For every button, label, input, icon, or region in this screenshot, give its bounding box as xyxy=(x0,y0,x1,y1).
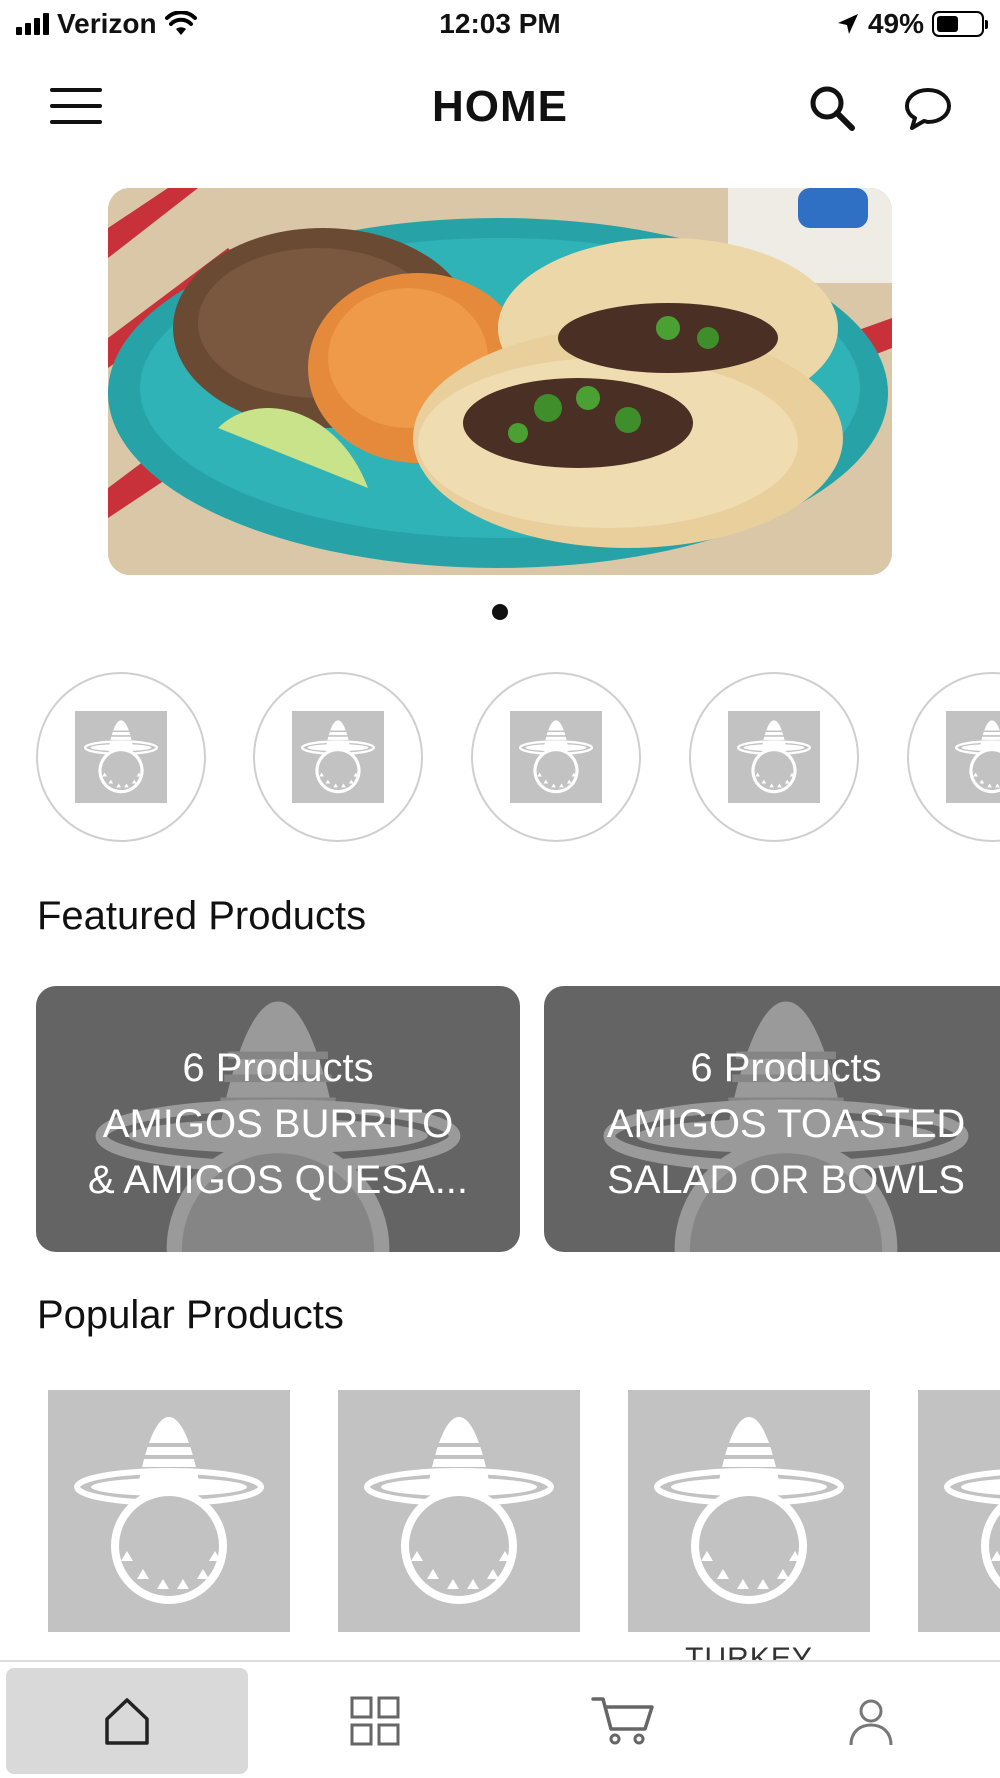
tab-categories[interactable] xyxy=(254,1668,496,1774)
bottom-tab-bar xyxy=(0,1660,1000,1778)
battery-percent: 49% xyxy=(867,8,924,39)
featured-products-heading: Featured Products xyxy=(37,894,367,938)
amigos-taco-logo-icon xyxy=(75,711,167,803)
category-item[interactable] xyxy=(907,672,1000,842)
banner-carousel[interactable] xyxy=(108,188,892,575)
featured-card-count: 6 Products xyxy=(690,1046,882,1090)
home-icon xyxy=(105,1698,149,1745)
status-bar: Verizon 12:03 PM 49% xyxy=(0,0,1000,52)
location-arrow-icon xyxy=(837,14,858,34)
featured-card[interactable]: 6 Products AMIGOS BURRITO & AMIGOS QUESA… xyxy=(36,986,520,1252)
amigos-taco-logo-icon xyxy=(918,1390,1000,1632)
search-icon[interactable] xyxy=(806,82,858,134)
carousel-page-dot[interactable] xyxy=(492,604,508,620)
amigos-taco-logo-icon xyxy=(510,711,602,803)
amigos-taco-logo-icon xyxy=(728,711,820,803)
featured-card[interactable]: 6 Products AMIGOS TOASTED SALAD OR BOWLS xyxy=(544,986,1000,1252)
category-item[interactable] xyxy=(36,672,206,842)
amigos-taco-logo-icon xyxy=(48,1390,290,1632)
battery-icon xyxy=(932,11,988,37)
banner-food-image xyxy=(108,188,892,575)
chat-bubble-icon[interactable] xyxy=(902,82,954,134)
popular-carousel: TURKEY xyxy=(0,1390,1000,1660)
amigos-taco-logo-icon xyxy=(338,1390,580,1632)
app-header: HOME xyxy=(0,60,1000,156)
featured-card-title-line1: AMIGOS TOASTED xyxy=(606,1102,966,1146)
popular-product-item[interactable]: TURKEY xyxy=(628,1390,870,1660)
battery-fill xyxy=(937,16,958,32)
amigos-taco-logo-icon xyxy=(946,711,1000,803)
featured-card-text: 6 Products AMIGOS BURRITO & AMIGOS QUESA… xyxy=(36,1040,520,1208)
category-item[interactable] xyxy=(471,672,641,842)
featured-card-title-line2: SALAD OR BOWLS xyxy=(607,1158,965,1202)
featured-carousel: 6 Products AMIGOS BURRITO & AMIGOS QUESA… xyxy=(36,986,1000,1252)
grid-icon xyxy=(350,1696,400,1746)
featured-card-title-line2: & AMIGOS QUESA... xyxy=(87,1158,469,1202)
tab-profile[interactable] xyxy=(750,1668,992,1774)
featured-card-count: 6 Products xyxy=(182,1046,374,1090)
popular-product-name: TURKEY xyxy=(685,1642,813,1660)
category-item[interactable] xyxy=(689,672,859,842)
tab-cart[interactable] xyxy=(502,1668,744,1774)
amigos-taco-logo-icon xyxy=(292,711,384,803)
status-right: 49% xyxy=(836,8,988,40)
popular-product-item[interactable] xyxy=(338,1390,580,1642)
profile-icon xyxy=(849,1699,893,1746)
popular-product-item[interactable] xyxy=(48,1390,290,1642)
category-item[interactable] xyxy=(253,672,423,842)
tab-home[interactable] xyxy=(6,1668,248,1774)
category-carousel xyxy=(36,672,1000,842)
featured-card-text: 6 Products AMIGOS TOASTED SALAD OR BOWLS xyxy=(544,1040,1000,1208)
amigos-taco-logo-icon xyxy=(628,1390,870,1632)
featured-card-title-line1: AMIGOS BURRITO xyxy=(102,1102,454,1146)
cart-icon xyxy=(591,1697,654,1745)
popular-product-item[interactable] xyxy=(918,1390,1000,1642)
popular-products-heading: Popular Products xyxy=(37,1293,344,1337)
